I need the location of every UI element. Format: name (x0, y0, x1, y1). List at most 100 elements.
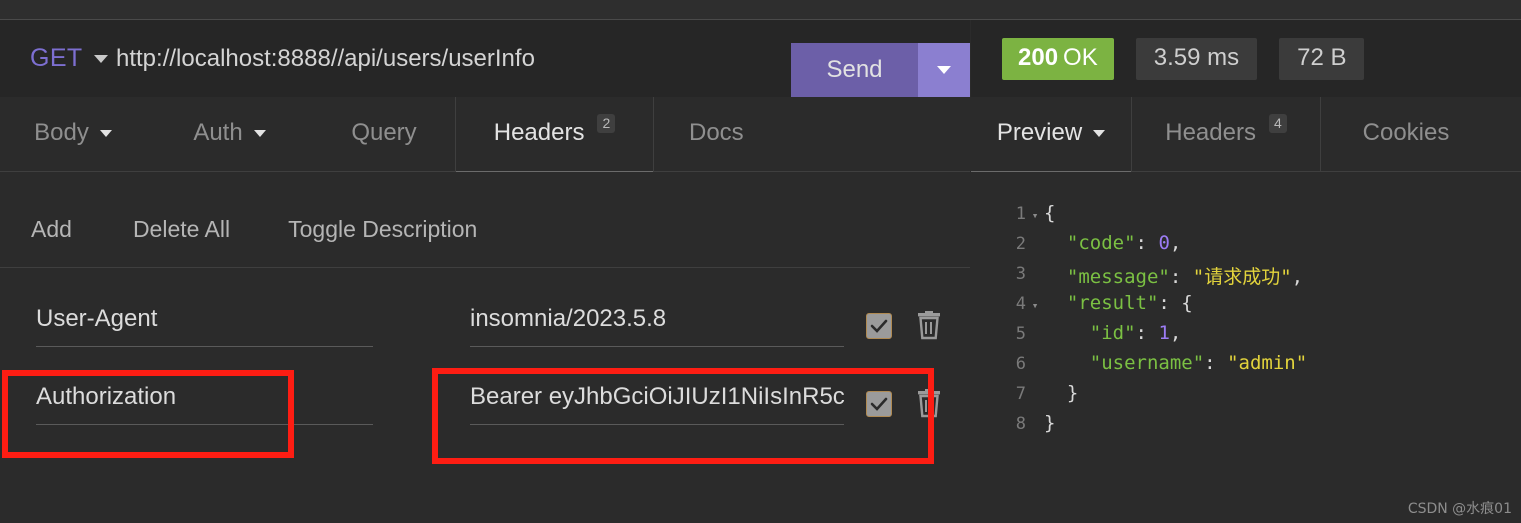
fold-arrow-icon[interactable]: ▾ (1026, 202, 1044, 222)
response-time-badge: 3.59 ms (1135, 37, 1258, 80)
add-button[interactable]: Add (31, 216, 72, 243)
json-line: 5 "id": 1, (971, 322, 1521, 352)
fold-arrow-icon (1026, 262, 1044, 282)
input-underline (470, 346, 844, 347)
chevron-down-icon (1093, 129, 1106, 137)
headers-action-bar: Add Delete All Toggle Description (0, 192, 970, 268)
json-line-text: } (1044, 412, 1056, 434)
json-line-text: "message": "请求成功", (1066, 266, 1304, 288)
check-icon (870, 319, 888, 333)
status-code: 200 (1018, 43, 1059, 71)
line-number: 5 (1015, 324, 1026, 344)
json-line: 8 } (971, 412, 1521, 442)
url-input[interactable]: http://localhost:8888//api/users/userInf… (116, 20, 535, 97)
tabs-filler (1491, 97, 1521, 172)
send-button[interactable]: Send (791, 43, 918, 97)
json-line-text: "username": "admin" (1089, 352, 1308, 374)
tab-query[interactable]: Query (313, 97, 456, 172)
delete-all-button[interactable]: Delete All (133, 216, 230, 243)
status-text: OK (1063, 43, 1098, 71)
method-selector[interactable]: GET (30, 20, 108, 97)
json-line: 2 "code": 0, (971, 232, 1521, 262)
fold-arrow-icon (1026, 382, 1044, 402)
header-name-input[interactable]: User-Agent (36, 302, 381, 336)
header-enabled-checkbox[interactable] (866, 313, 892, 339)
insomnia-window: GET http://localhost:8888//api/users/use… (0, 0, 1521, 523)
chevron-down-icon (93, 54, 108, 63)
header-value-input[interactable]: insomnia/2023.5.8 (470, 302, 845, 336)
table-row: User-Agent insomnia/2023.5.8 (0, 288, 970, 366)
delete-header-button[interactable] (915, 389, 943, 424)
table-row: Authorization Bearer eyJhbGciOiJIUzI1NiI… (0, 366, 970, 444)
tab-docs-label: Docs (689, 119, 744, 146)
headers-table: User-Agent insomnia/2023.5.8 Authorizati… (0, 288, 970, 444)
watermark: CSDN @水痕01 (1407, 501, 1512, 517)
tab-docs[interactable]: Docs (653, 97, 853, 172)
request-tabs: Body Auth Query Headers 2 Docs (0, 97, 970, 172)
header-name-cell: User-Agent (36, 302, 381, 347)
send-options-button[interactable] (918, 43, 970, 97)
response-tabs: Preview Headers 4 Cookies (971, 97, 1521, 172)
tab-auth-label: Auth (193, 119, 243, 146)
check-icon (870, 397, 888, 411)
tab-preview[interactable]: Preview (971, 97, 1131, 172)
header-name-input[interactable]: Authorization (36, 380, 381, 414)
tab-headers[interactable]: Headers 2 (456, 97, 653, 172)
response-body-viewer[interactable]: 1 ▾{2 "code": 0, 3 "message": "请求成功", 4 ▾ "r… (971, 172, 1521, 523)
response-status-bar: 200 OK 3.59 ms 72 B (971, 20, 1521, 97)
response-size-badge: 72 B (1279, 37, 1365, 80)
json-line: 4 ▾ "result": { (971, 292, 1521, 322)
input-underline (470, 424, 844, 425)
line-number: 2 (1015, 234, 1026, 254)
send-button-group: Send (791, 43, 970, 97)
chevron-down-icon (253, 129, 266, 137)
line-number: 7 (1015, 384, 1026, 404)
fold-arrow-icon (1026, 412, 1044, 432)
json-line: 1 ▾{ (971, 202, 1521, 232)
tab-headers-badge: 2 (597, 114, 616, 133)
json-line-text: "result": { (1066, 292, 1193, 314)
tab-body[interactable]: Body (0, 97, 146, 172)
response-panel: 200 OK 3.59 ms 72 B Preview Headers 4 Coo… (971, 20, 1521, 523)
json-line-text: "code": 0, (1066, 232, 1182, 254)
request-panel: GET http://localhost:8888//api/users/use… (0, 20, 970, 523)
line-number: 4 (1015, 294, 1026, 314)
tab-body-label: Body (34, 119, 89, 146)
tab-cookies-label: Cookies (1362, 119, 1450, 146)
line-number: 1 (1015, 204, 1026, 224)
tabs-filler (853, 97, 970, 172)
tab-auth[interactable]: Auth (146, 97, 313, 172)
tab-response-headers-badge: 4 (1268, 114, 1287, 133)
chevron-down-icon (937, 66, 951, 74)
tab-query-label: Query (351, 119, 417, 146)
chevron-down-icon (99, 129, 112, 137)
json-line-text: } (1044, 382, 1079, 404)
toggle-description-button[interactable]: Toggle Description (288, 216, 477, 243)
delete-header-button[interactable] (915, 311, 943, 346)
line-number: 8 (1015, 414, 1026, 434)
trash-icon (918, 389, 940, 418)
line-number: 6 (1015, 354, 1026, 374)
input-underline (36, 424, 373, 425)
window-top-strip (0, 0, 1521, 20)
method-label: GET (30, 44, 83, 72)
json-line: 3 "message": "请求成功", (971, 262, 1521, 292)
line-number: 3 (1015, 264, 1026, 284)
url-bar: GET http://localhost:8888//api/users/use… (0, 20, 970, 97)
tab-cookies[interactable]: Cookies (1321, 97, 1491, 172)
tab-headers-label: Headers (493, 119, 585, 146)
fold-arrow-icon (1026, 232, 1044, 252)
json-line-text: "id": 1, (1089, 322, 1182, 344)
header-name-cell: Authorization (36, 380, 381, 425)
header-value-input[interactable]: Bearer eyJhbGciOiJIUzI1NiIsInR5c (470, 380, 845, 414)
header-enabled-checkbox[interactable] (866, 391, 892, 417)
status-badge: 200 OK (1002, 37, 1114, 80)
tab-response-headers[interactable]: Headers 4 (1131, 97, 1321, 172)
fold-arrow-icon[interactable]: ▾ (1026, 292, 1044, 312)
fold-arrow-icon (1026, 352, 1044, 372)
json-line: 7 } (971, 382, 1521, 412)
trash-icon (918, 311, 940, 340)
tab-preview-label: Preview (996, 119, 1083, 146)
tab-response-headers-label: Headers (1165, 119, 1256, 146)
header-value-cell: insomnia/2023.5.8 (470, 302, 845, 347)
